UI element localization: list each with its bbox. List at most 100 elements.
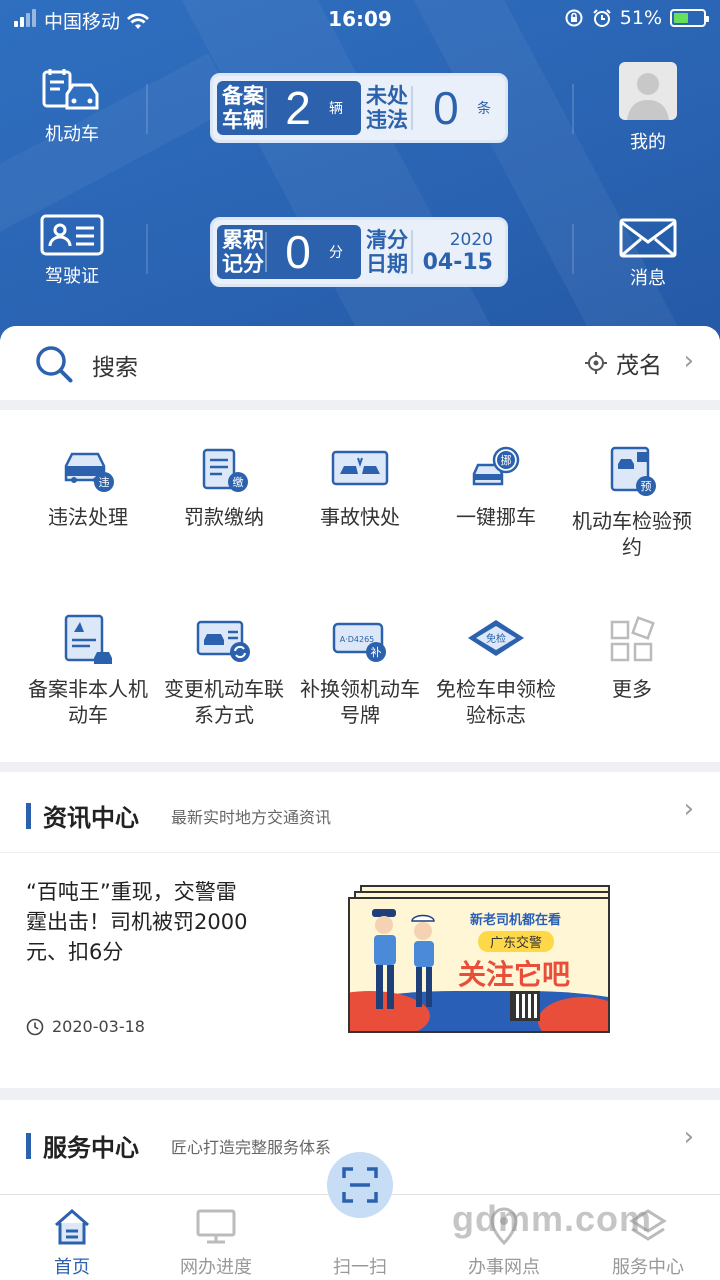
violation-label-1: 未处: [365, 84, 408, 108]
tab-label: 服务中心: [612, 1257, 684, 1278]
violation-count: 0: [433, 82, 459, 134]
points-unit: 分: [329, 245, 343, 261]
clear-label-2: 日期: [365, 252, 408, 276]
news-more-chevron-icon[interactable]: ›: [684, 794, 694, 824]
locate-icon: [585, 352, 607, 374]
news-card[interactable]: “百吨王”重现，交警雷霆出击！司机被罚2000元、扣6分 2020-03-18 …: [0, 852, 720, 1147]
chevron-right-icon: ›: [683, 346, 694, 376]
points-label-1: 累积: [222, 228, 264, 252]
service-label: 更多: [612, 677, 652, 701]
battery-percent: 51%: [619, 7, 662, 29]
service-center-subtitle: 匠心打造完整服务体系: [171, 1137, 332, 1157]
points-label-2: 记分: [222, 252, 264, 276]
service-change-contact[interactable]: 变更机动车联系方式: [156, 614, 292, 728]
banner-line2: 广东交警: [478, 931, 555, 952]
banner-line1: 新老司机都在看: [470, 913, 562, 928]
service-replace-plate[interactable]: A·D4265 补 补换领机动车号牌: [292, 614, 428, 728]
vehicle-icon: [42, 69, 99, 110]
license-entry[interactable]: 驾驶证: [12, 214, 132, 288]
change-contact-icon: [196, 620, 250, 662]
mine-label: 我的: [630, 132, 666, 153]
svg-text:补: 补: [371, 646, 382, 659]
vehicle-label: 机动车: [45, 124, 99, 145]
vehicle-summary-plate[interactable]: 备案 车辆 2 辆 未处 违法 0 条: [210, 73, 508, 143]
status-bar: 中国移动 16:09 51%: [0, 0, 720, 40]
service-label: 机动车检验预约: [572, 509, 692, 559]
service-register-vehicle[interactable]: 备案非本人机动车: [20, 614, 156, 728]
message-label: 消息: [630, 268, 666, 289]
service-violation[interactable]: 违 违法处理: [20, 444, 156, 530]
exempt-inspection-icon: 免检: [468, 620, 524, 656]
banner-line3: 关注它吧: [458, 958, 571, 991]
clear-year: 2020: [449, 229, 493, 250]
service-label: 一键挪车: [456, 505, 536, 529]
register-vehicle-icon: [64, 614, 112, 664]
svg-text:免检: 免检: [486, 632, 506, 645]
message-entry[interactable]: 消息: [588, 218, 708, 290]
tab-label: 扫一扫: [333, 1257, 387, 1278]
battery-icon: [670, 9, 709, 27]
svg-text:缴: 缴: [233, 475, 244, 489]
svg-text:预: 预: [641, 480, 652, 493]
move-car-icon: 挪: [472, 446, 520, 486]
news-date: 2020-03-18: [52, 1017, 145, 1036]
violation-unit: 条: [476, 101, 491, 117]
more-grid-icon: [610, 616, 655, 662]
plate-number: A·D4265: [340, 635, 375, 644]
location-selector[interactable]: 茂名: [584, 346, 662, 380]
service-grid: 违 违法处理 缴 罚款缴纳 事故快处 挪 一键挪车 预 机动车检验预约 备案非本…: [0, 410, 720, 762]
accident-icon: [331, 450, 389, 486]
service-move-car[interactable]: 挪 一键挪车: [428, 444, 564, 530]
registered-count: 2: [285, 82, 311, 134]
search-bar[interactable]: 搜索 茂名 ›: [0, 326, 720, 400]
tab-label: 首页: [54, 1257, 90, 1278]
registered-unit: 辆: [329, 101, 343, 117]
service-label: 免检车申领检验标志: [436, 677, 556, 727]
replace-plate-icon: A·D4265 补: [332, 622, 386, 662]
points-value: 0: [285, 226, 311, 278]
service-accident[interactable]: 事故快处: [292, 444, 428, 530]
service-more[interactable]: 更多: [564, 614, 700, 702]
service-label: 违法处理: [48, 505, 128, 529]
service-center-chevron-icon[interactable]: ›: [684, 1122, 694, 1152]
clock-icon: [26, 1018, 44, 1035]
license-card-icon: [40, 214, 104, 256]
service-label: 补换领机动车号牌: [300, 677, 420, 727]
search-icon: [36, 346, 73, 383]
service-exempt-inspection[interactable]: 免检 免检车申领检验标志: [428, 614, 564, 728]
clear-date: 04-15: [422, 249, 493, 275]
scan-icon: [342, 1167, 378, 1203]
tab-label: 网办进度: [180, 1257, 252, 1278]
monitor-icon: [196, 1209, 236, 1244]
news-title: 资讯中心: [43, 804, 139, 832]
service-label: 事故快处: [320, 505, 400, 529]
service-label: 罚款缴纳: [184, 505, 264, 529]
vehicle-entry[interactable]: 机动车: [12, 68, 132, 146]
svg-text:违: 违: [99, 476, 110, 489]
avatar: [619, 62, 677, 120]
location-name: 茂名: [616, 353, 662, 379]
header: 中国移动 16:09 51% 机动车 驾驶证 备案 车辆 2 辆 未处 违法 0…: [0, 0, 720, 340]
fine-payment-icon: 缴: [202, 448, 248, 492]
mine-entry[interactable]: 我的: [588, 62, 708, 154]
news-subtitle: 最新实时地方交通资讯: [171, 807, 332, 827]
tab-home[interactable]: 首页: [0, 1195, 144, 1278]
service-label: 变更机动车联系方式: [164, 677, 284, 727]
mail-icon: [619, 218, 677, 258]
service-label: 备案非本人机动车: [28, 677, 148, 727]
service-fine-payment[interactable]: 缴 罚款缴纳: [156, 444, 292, 530]
license-summary-plate[interactable]: 累积 记分 0 分 清分 日期 2020 04-15: [210, 217, 508, 287]
tab-progress[interactable]: 网办进度: [144, 1195, 288, 1278]
service-center-title: 服务中心: [43, 1134, 139, 1162]
registered-label-2: 车辆: [222, 108, 264, 132]
service-inspection-appointment[interactable]: 预 机动车检验预约: [564, 444, 700, 560]
violation-label-2: 违法: [365, 108, 408, 132]
scan-button[interactable]: [327, 1152, 393, 1218]
news-banner-image: 新老司机都在看 广东交警 关注它吧: [338, 885, 630, 1045]
registered-label-1: 备案: [222, 84, 264, 108]
inspection-appointment-icon: 预: [610, 446, 656, 496]
tab-label: 办事网点: [468, 1257, 540, 1278]
news-section: 资讯中心 最新实时地方交通资讯 › “百吨王”重现，交警雷霆出击！司机被罚200…: [0, 772, 720, 1147]
news-headline: “百吨王”重现，交警雷霆出击！司机被罚2000元、扣6分: [26, 880, 248, 964]
search-label: 搜索: [92, 355, 138, 381]
